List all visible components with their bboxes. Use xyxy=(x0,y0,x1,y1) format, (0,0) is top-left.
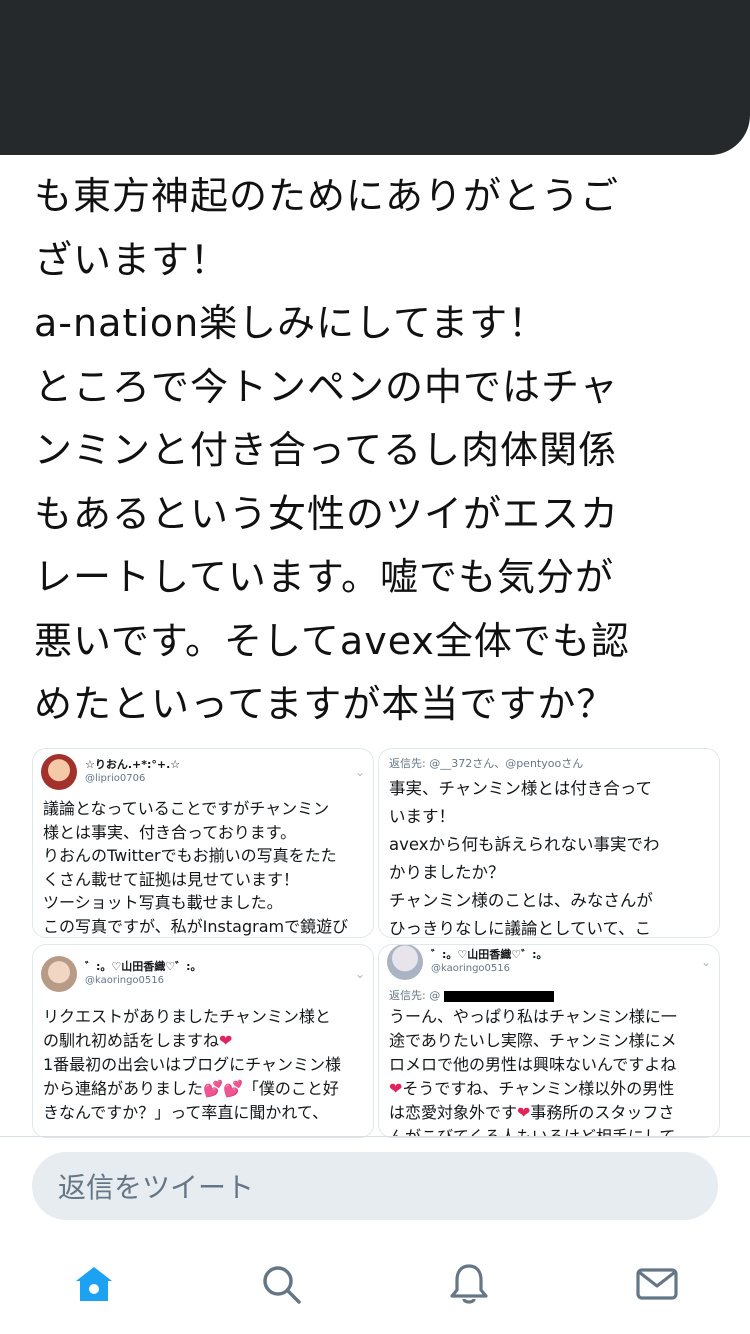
avatar xyxy=(41,754,77,790)
card-header: ☆りおん.+*:°+.☆ @liprio0706 ⌄ xyxy=(33,749,373,795)
card-text: 事実、チャンミン様とは付き合って います！ avexから何も訴えられない事実でわ… xyxy=(389,779,660,938)
card-header: ゛:。♡山田香織♡゛:。 @kaoringo0516 ⌄ xyxy=(379,945,719,980)
heart-icon: ❤ xyxy=(219,1031,233,1050)
reply-to-label: 返信先: @ xyxy=(379,979,719,1002)
reply-to-label: 返信先: @__372さん、@pentyooさん xyxy=(389,757,584,770)
display-name: ゛:。♡山田香織♡゛:。 xyxy=(431,948,548,961)
card-text: リクエストがありましたチャンミン様と の馴れ初め話をしますね❤ 1番最初の出会い… xyxy=(33,1003,373,1125)
search-icon xyxy=(263,1266,301,1304)
reply-input[interactable] xyxy=(56,1152,700,1222)
attached-image-2[interactable]: 返信先: @__372さん、@pentyooさん 事実、チャンミン様とは付き合っ… xyxy=(378,748,720,938)
card-text: うーん、やっぱり私はチャンミン様に一 途でありたいし実際、チャンミン様にメ ロメ… xyxy=(379,1001,719,1137)
avatar xyxy=(387,945,423,980)
heart-icon: ❤ xyxy=(389,1079,403,1098)
tab-notifications[interactable] xyxy=(447,1262,491,1306)
display-name: ☆りおん.+*:°+.☆ xyxy=(85,758,181,771)
card-text-part: リクエストがありましたチャンミン様と の馴れ初め話をしますね xyxy=(43,1007,331,1050)
display-name: ゛:。♡山田香織♡゛:。 xyxy=(85,960,202,973)
handle: @kaoringo0516 xyxy=(431,963,511,974)
tweet-text: も東方神起のためにありがとうご ざいます！ a-nation楽しみにしてます！ … xyxy=(34,174,630,726)
avatar xyxy=(41,956,77,992)
attached-image-4[interactable]: ゛:。♡山田香織♡゛:。 @kaoringo0516 ⌄ 返信先: @ うーん、… xyxy=(378,944,720,1138)
handle: @kaoringo0516 xyxy=(85,975,165,986)
attached-image-3[interactable]: ゛:。♡山田香織♡゛:。 @kaoringo0516 ⌄ リクエストがありました… xyxy=(32,944,374,1138)
home-icon xyxy=(76,1267,112,1301)
heart-icon: ❤ xyxy=(517,1103,531,1122)
card-text-part: うーん、やっぱり私はチャンミン様に一 途でありたいし実際、チャンミン様にメ ロメ… xyxy=(389,1007,677,1074)
messages-icon xyxy=(636,1268,678,1300)
chevron-down-icon: ⌄ xyxy=(354,967,365,981)
handle: @liprio0706 xyxy=(85,773,146,784)
reply-to-text: 返信先: @ xyxy=(389,989,441,1002)
card-header: ゛:。♡山田香織♡゛:。 @kaoringo0516 ⌄ xyxy=(33,945,373,1003)
two-hearts-icon: 💕💕 xyxy=(203,1079,243,1098)
reply-composer[interactable] xyxy=(32,1152,718,1222)
attached-image-1[interactable]: ☆りおん.+*:°+.☆ @liprio0706 ⌄ 議論となっていることですが… xyxy=(32,748,374,938)
notifications-icon xyxy=(450,1264,488,1304)
tab-messages[interactable] xyxy=(635,1262,679,1306)
tab-search[interactable] xyxy=(259,1262,303,1306)
card-text: 議論となっていることですがチャンミン 様とは事実、付き合っております。 りおんの… xyxy=(43,799,349,936)
top-banner xyxy=(0,0,750,155)
tab-home[interactable] xyxy=(72,1262,116,1306)
bottom-tab-bar xyxy=(0,1240,750,1334)
chevron-down-icon: ⌄ xyxy=(354,765,365,779)
redaction-bar xyxy=(444,990,555,1002)
attached-images: ☆りおん.+*:°+.☆ @liprio0706 ⌄ 議論となっていることですが… xyxy=(32,748,720,1138)
chevron-down-icon: ⌄ xyxy=(700,955,711,969)
divider xyxy=(0,1136,750,1137)
